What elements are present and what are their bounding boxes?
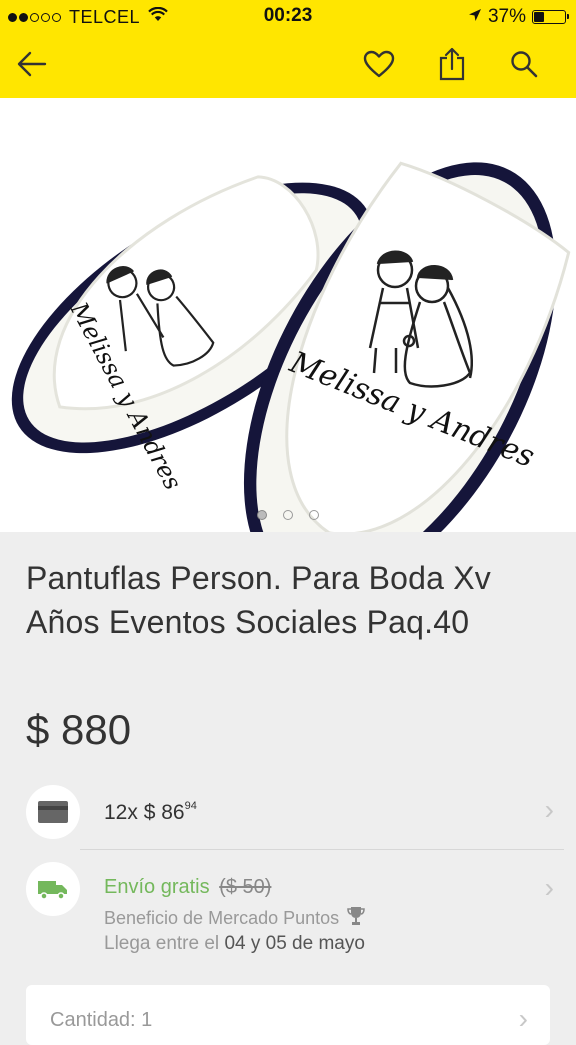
trophy-icon: [347, 906, 365, 931]
arrival-line: Llega entre el 04 y 05 de mayo: [104, 933, 365, 955]
installments-text: 12x $ 8694: [104, 800, 197, 825]
benefit-line: Beneficio de Mercado Puntos: [104, 906, 365, 931]
arrival-prefix: Llega entre el: [104, 933, 220, 954]
chevron-right-icon: ›: [518, 1003, 528, 1034]
truck-icon: [26, 862, 80, 916]
free-shipping-label: Envío gratis: [104, 876, 210, 898]
gallery-pager[interactable]: [0, 510, 576, 520]
slippers-photo: Melissa y Andres Melissa y Andres: [11, 161, 571, 532]
credit-card-icon: [26, 785, 80, 839]
battery-icon: [532, 10, 569, 24]
benefit-text: Beneficio de Mercado Puntos: [104, 908, 340, 928]
chevron-right-icon: ›: [544, 794, 554, 825]
search-icon[interactable]: [504, 44, 544, 84]
free-shipping-text: Envío gratis ($ 50): [104, 876, 271, 899]
installments-row[interactable]: 12x $ 8694 ›: [0, 780, 576, 844]
top-bar: TELCEL 00:23 37%: [0, 0, 576, 98]
location-arrow-icon: [468, 6, 482, 28]
battery-percent: 37%: [487, 6, 526, 27]
arrival-dates: 04 y 05 de mayo: [224, 933, 365, 954]
installments-cents: 94: [184, 800, 197, 812]
quantity-label: Cantidad: 1: [50, 1009, 153, 1031]
divider: [80, 849, 564, 850]
pager-dot[interactable]: [309, 510, 319, 520]
product-image-gallery[interactable]: Melissa y Andres Melissa y Andres: [0, 98, 576, 532]
product-title: Pantuflas Person. Para Boda Xv Años Even…: [26, 560, 491, 640]
pager-dot[interactable]: [283, 510, 293, 520]
installments-amount: 12x $ 86: [104, 801, 185, 824]
pager-dot[interactable]: [257, 510, 267, 520]
status-bar: TELCEL 00:23 37%: [0, 0, 576, 32]
chevron-right-icon: ›: [544, 872, 554, 903]
original-shipping-cost: ($ 50): [219, 876, 272, 898]
product-price: $ 880: [26, 706, 132, 753]
heart-icon[interactable]: [359, 44, 399, 84]
back-arrow-icon[interactable]: [12, 44, 52, 84]
share-icon[interactable]: [432, 44, 472, 84]
quantity-selector[interactable]: Cantidad: 1 ›: [26, 985, 550, 1045]
